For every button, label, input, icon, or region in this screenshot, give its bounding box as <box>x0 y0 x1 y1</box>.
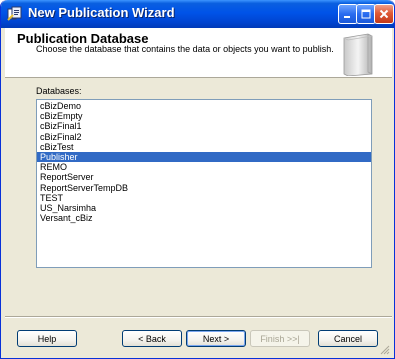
title-bar[interactable]: New Publication Wizard <box>1 0 394 28</box>
footer-separator <box>5 316 392 318</box>
list-item[interactable]: cBizTest <box>37 142 371 152</box>
wizard-app-icon <box>7 6 22 21</box>
list-item[interactable]: cBizFinal2 <box>37 132 371 142</box>
list-item[interactable]: REMO <box>37 162 371 172</box>
wizard-window: New Publication Wizard Publication Datab… <box>0 0 395 359</box>
close-icon <box>379 9 389 19</box>
maximize-icon <box>361 9 371 19</box>
help-button[interactable]: Help <box>17 330 77 347</box>
list-item[interactable]: cBizDemo <box>37 101 371 111</box>
window-title: New Publication Wizard <box>28 5 175 20</box>
minimize-button[interactable] <box>338 4 358 24</box>
databases-listbox[interactable]: cBizDemo cBizEmpty cBizFinal1 cBizFinal2… <box>36 99 372 268</box>
page-subtitle: Choose the database that contains the da… <box>36 44 334 54</box>
resize-grip-icon[interactable] <box>380 345 390 355</box>
list-item[interactable]: ReportServer <box>37 172 371 182</box>
back-button[interactable]: < Back <box>122 330 182 347</box>
database-wizard-icon <box>343 33 373 76</box>
list-item[interactable]: ReportServerTempDB <box>37 183 371 193</box>
finish-button[interactable]: Finish >>| <box>250 330 310 347</box>
list-item[interactable]: US_Narsimha <box>37 203 371 213</box>
close-button[interactable] <box>374 4 394 24</box>
databases-label: Databases: <box>36 86 82 96</box>
minimize-icon <box>344 16 350 18</box>
wizard-header: Publication Database Choose the database… <box>5 28 392 78</box>
cancel-button[interactable]: Cancel <box>318 330 378 347</box>
list-item-selected[interactable]: Publisher <box>37 151 371 163</box>
list-item[interactable]: cBizFinal1 <box>37 121 371 131</box>
list-item[interactable]: Versant_cBiz <box>37 213 371 223</box>
next-button[interactable]: Next > <box>186 330 246 347</box>
list-item[interactable]: cBizEmpty <box>37 111 371 121</box>
list-item[interactable]: TEST <box>37 193 371 203</box>
maximize-button[interactable] <box>356 4 376 24</box>
